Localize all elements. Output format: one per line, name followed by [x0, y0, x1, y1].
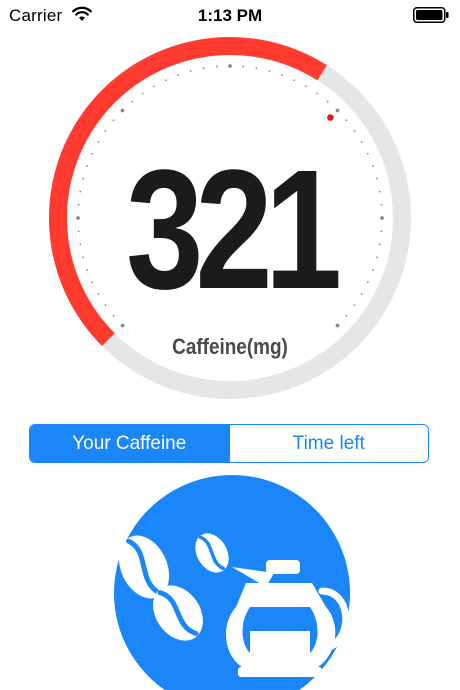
gauge-marker-dot [327, 114, 334, 121]
dial-minor-tick [305, 85, 307, 88]
segment-your-caffeine[interactable]: Your Caffeine [30, 425, 229, 462]
dial-major-tick [335, 323, 340, 328]
dial-major-tick [120, 323, 125, 328]
dial-minor-tick [131, 100, 134, 103]
battery-icon [413, 7, 449, 23]
dial-minor-tick [326, 100, 329, 103]
dial-minor-tick [268, 70, 271, 73]
dial-minor-tick [202, 67, 205, 70]
dial-minor-tick [112, 314, 115, 317]
dial-minor-tick [97, 141, 100, 143]
status-time: 1:13 PM [197, 6, 263, 25]
caffeine-unit-label: Caffeine(mg) [172, 334, 288, 359]
dial-minor-tick [104, 129, 107, 132]
dial-minor-tick [345, 119, 348, 122]
coffee-beans-and-pot-icon [114, 475, 350, 690]
dial-minor-tick [353, 129, 356, 132]
dial-minor-tick [141, 92, 144, 95]
caffeine-value: 321 [126, 135, 342, 325]
segment-time-left[interactable]: Time left [228, 425, 428, 462]
dial-minor-tick [255, 67, 258, 70]
dial-minor-tick [345, 314, 348, 317]
dial-minor-tick [177, 74, 179, 77]
dial-minor-tick [316, 92, 319, 95]
dial-minor-tick [293, 79, 296, 82]
dial-minor-tick [164, 79, 167, 82]
dial-minor-tick [153, 85, 155, 88]
dial-minor-tick [281, 74, 283, 77]
dial-major-tick [120, 108, 125, 113]
dial-major-tick [335, 108, 340, 113]
dial-minor-tick [215, 65, 218, 68]
status-bar: Carrier 1:13 PM [0, 0, 460, 30]
dial-minor-tick [189, 70, 192, 73]
dial-minor-tick [242, 65, 245, 68]
mode-segmented-control: Your Caffeine Time left [29, 424, 429, 463]
dial-major-tick [228, 64, 232, 68]
dial-minor-tick [112, 119, 115, 122]
dial-minor-tick [360, 141, 363, 143]
